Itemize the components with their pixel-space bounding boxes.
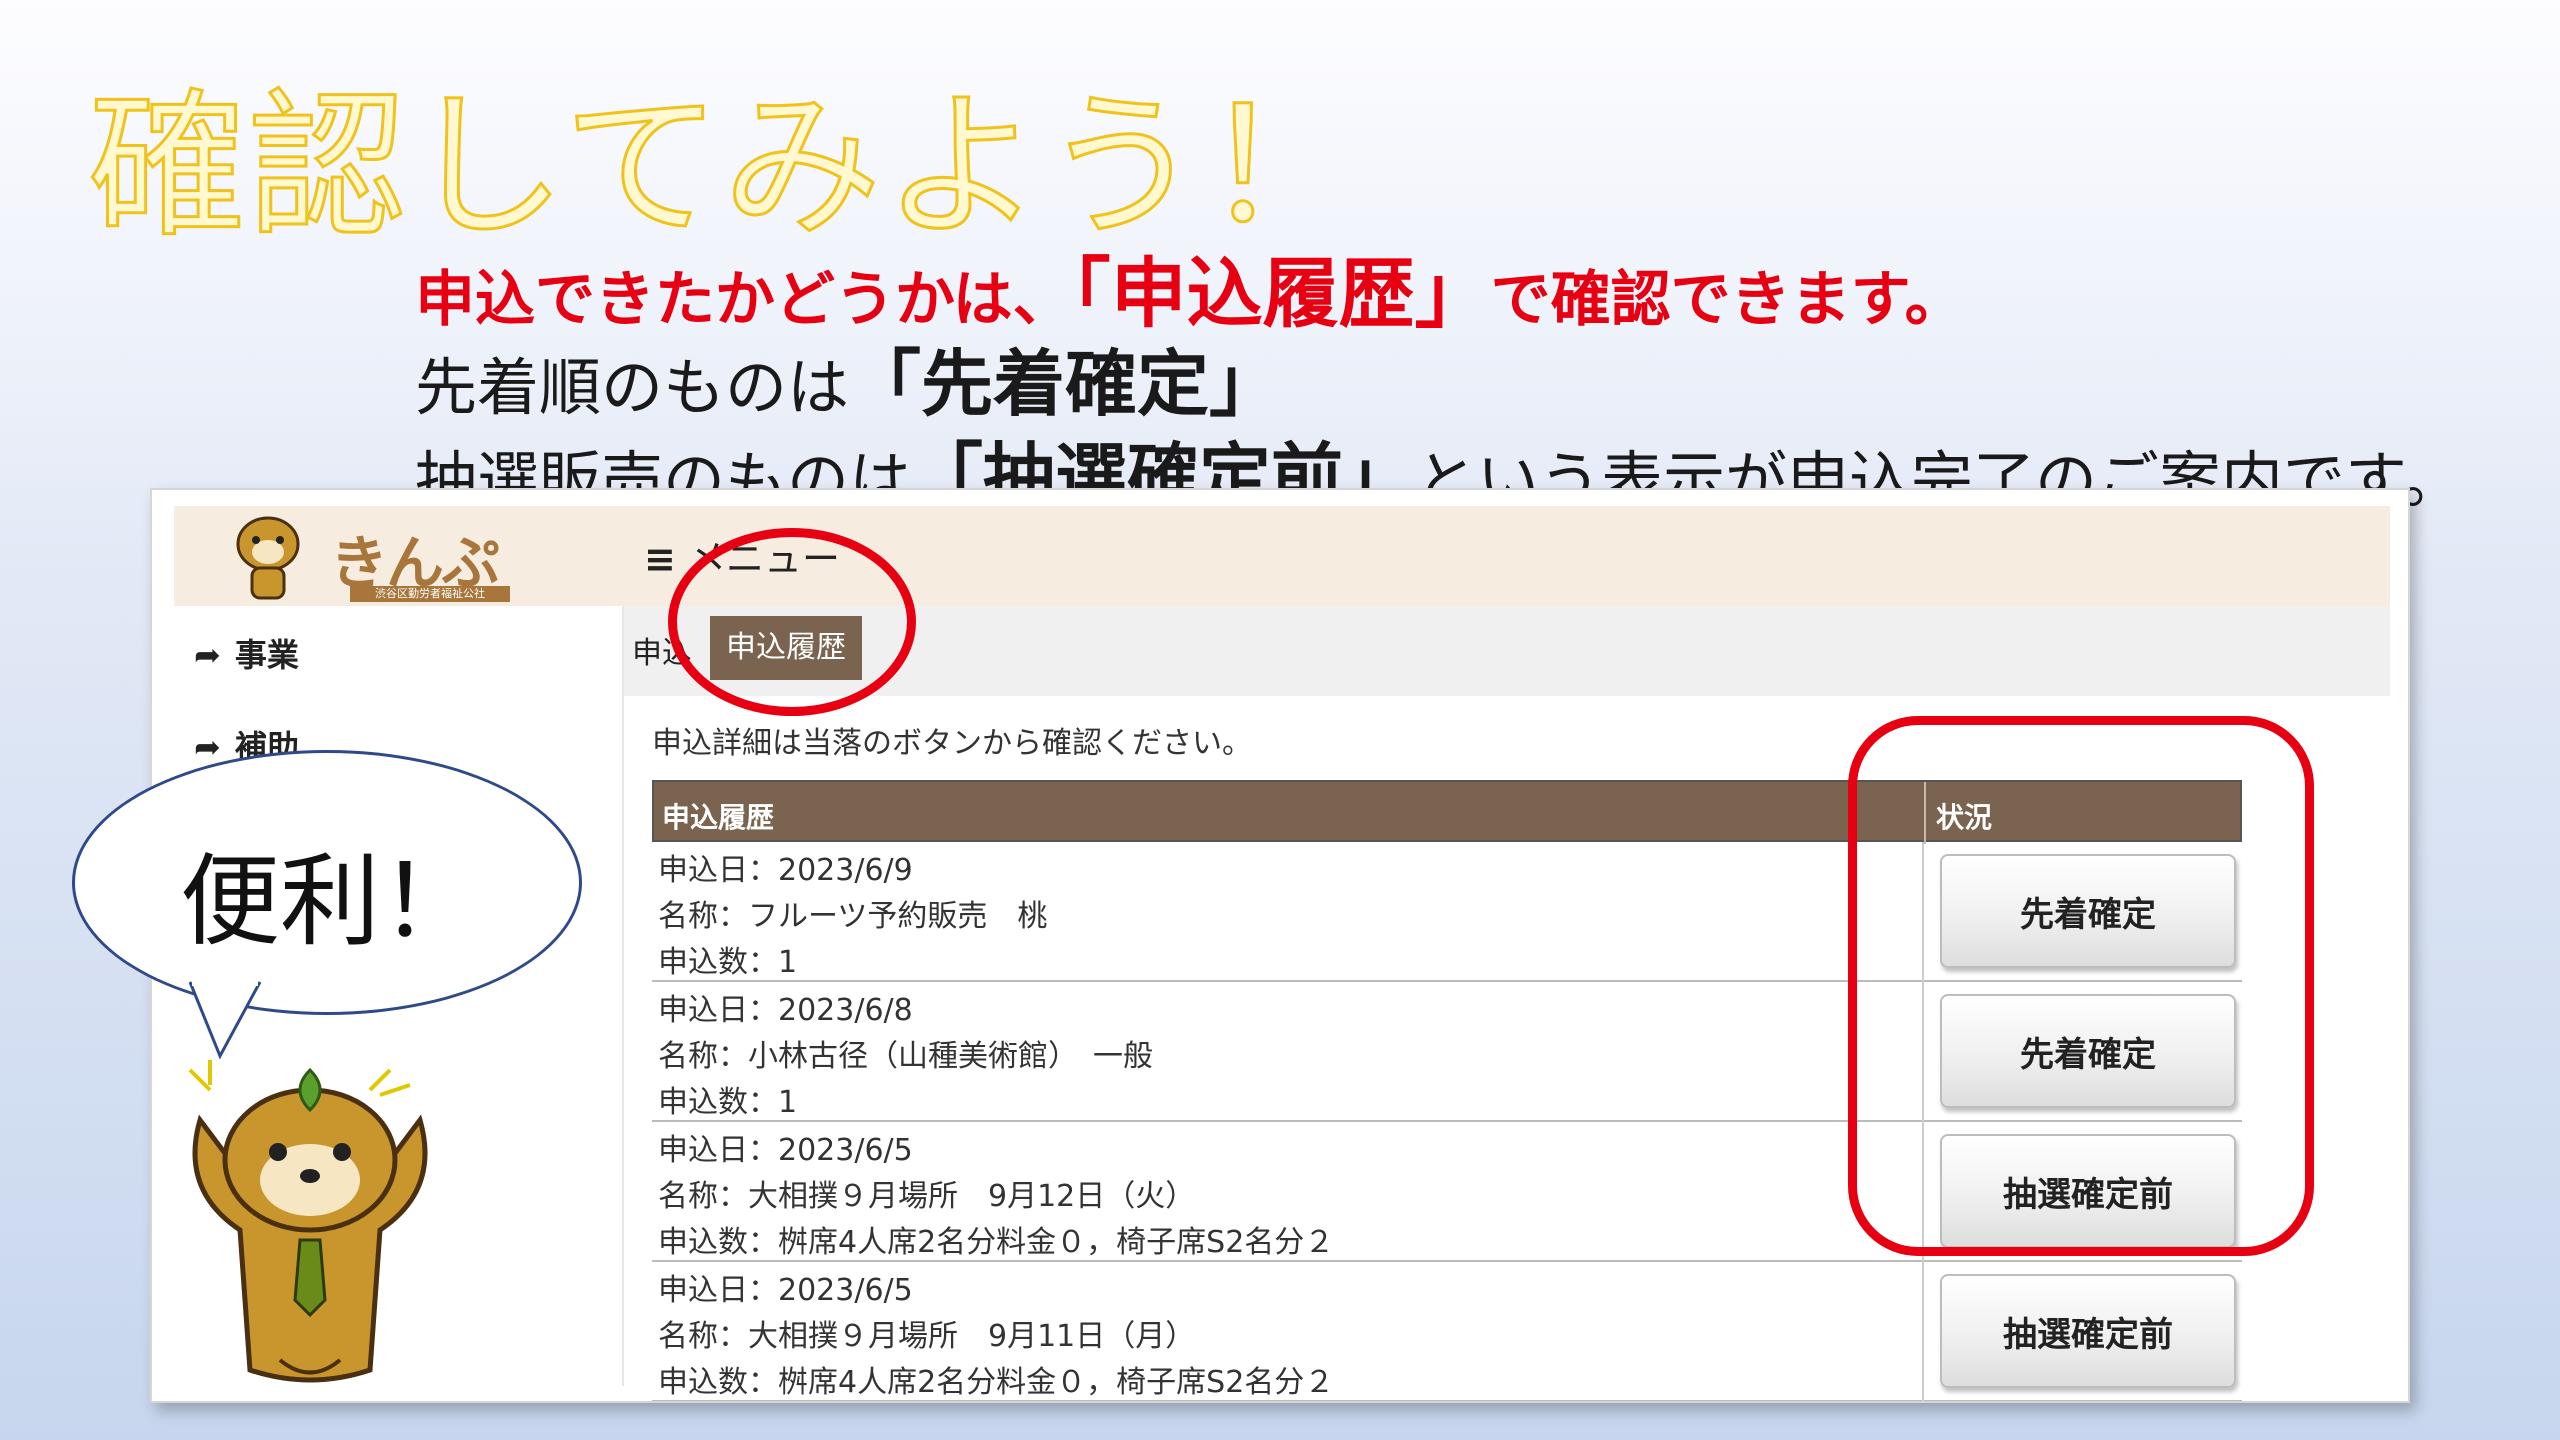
row-count: 申込数：1 [658, 945, 798, 980]
highlight-circle [668, 528, 916, 716]
logo[interactable]: きんぷく 渋谷区勤労者福祉公社 [190, 510, 520, 681]
row-count: 申込数：1 [658, 1085, 798, 1120]
status-button[interactable]: 抽選確定前 [1940, 1274, 2236, 1388]
mascot-logo-icon [236, 516, 300, 600]
row-count: 申込数：桝席4人席2名分料金０，椅子席S2名分２ [658, 1365, 1335, 1400]
sidebar-item-label: 事業 [234, 636, 299, 674]
row-count: 申込数：桝席4人席2名分料金０，椅子席S2名分２ [658, 1225, 1335, 1260]
sidebar-item-business[interactable]: ➦ 事業 [194, 630, 299, 676]
row-name: 名称：大相撲９月場所 9月12日（火） [658, 1179, 1196, 1214]
row-date: 申込日：2023/6/9 [658, 853, 913, 888]
hamburger-icon: ≡ [644, 537, 676, 581]
share-arrow-icon: ➦ [194, 636, 221, 674]
line2-emphasis: 「先着確定」 [849, 342, 1282, 426]
app-header: きんぷく 渋谷区勤労者福祉公社 ≡ メニュー [174, 506, 2390, 681]
logo-subtitle: 渋谷区勤労者福祉公社 [350, 586, 510, 602]
speech-bubble-text: 便利！ [180, 843, 480, 960]
line2-pre: 先着順のものは [415, 351, 850, 424]
instruction-line-2: 先着順のものは「先着確定」 [415, 325, 1281, 430]
column-header-history: 申込履歴 [662, 801, 775, 834]
row-name: 名称：小林古径（山種美術館） 一般 [658, 1039, 1153, 1074]
share-arrow-icon: ➦ [194, 728, 221, 766]
tanuki-mascot-icon [188, 1060, 428, 1383]
line1-post: で確認できます。 [1490, 265, 1965, 335]
row-date: 申込日：2023/6/5 [658, 1133, 913, 1168]
table-row: 申込日：2023/6/5 名称：大相撲９月場所 9月11日（月） 申込数：桝席4… [652, 1262, 2242, 1401]
row-name: 名称：フルーツ予約販売 桃 [658, 899, 1048, 934]
row-date: 申込日：2023/6/8 [658, 993, 913, 1028]
row-date: 申込日：2023/6/5 [658, 1273, 913, 1308]
instruction-text: 申込詳細は当落のボタンから確認ください。 [652, 726, 1252, 761]
row-name: 名称：大相撲９月場所 9月11日（月） [658, 1319, 1196, 1354]
highlight-frame [1848, 716, 2314, 1256]
